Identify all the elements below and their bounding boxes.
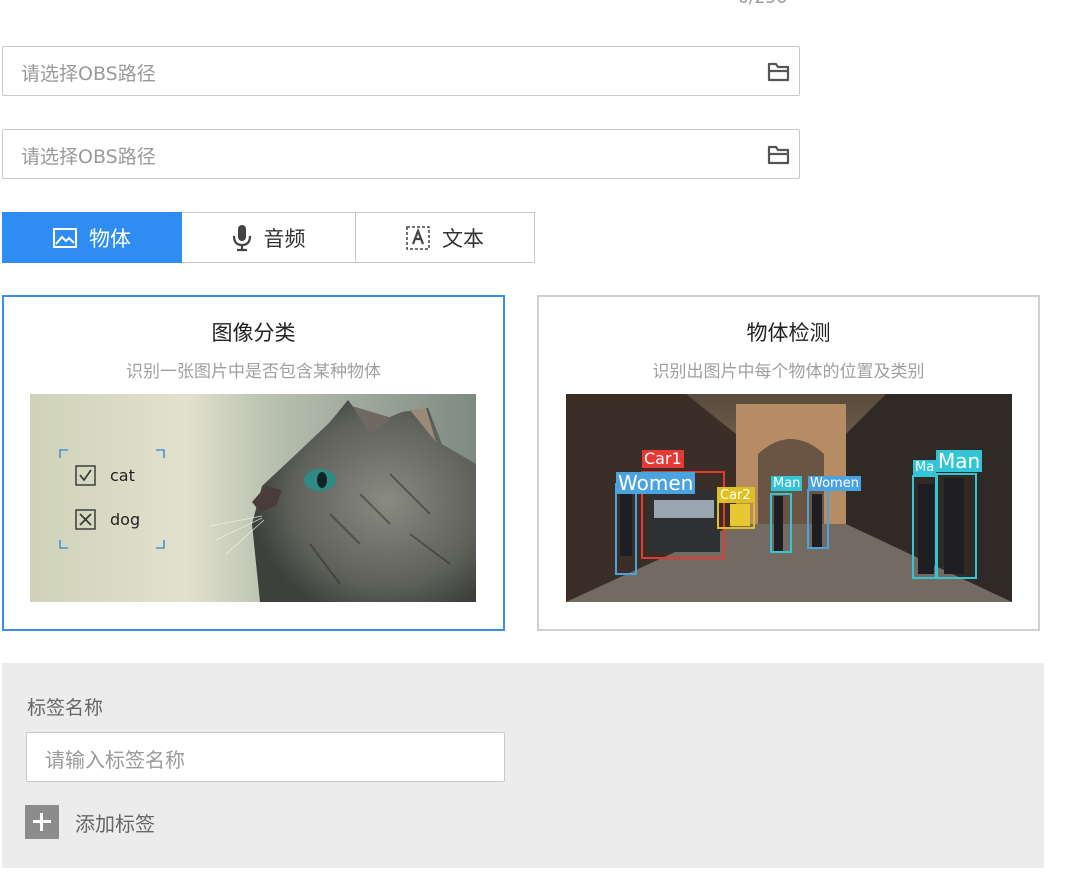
card-image-classification[interactable]: 图像分类 识别一张图片中是否包含某种物体 cat dog — [2, 295, 505, 631]
card-description: 识别出图片中每个物体的位置及类别 — [652, 362, 925, 382]
add-label-button[interactable]: 添加标签 — [25, 805, 155, 839]
card-title: 物体检测 — [746, 321, 831, 345]
tab-audio-label: 音频 — [263, 226, 306, 251]
detect-label-man-3: Man — [936, 449, 983, 473]
add-label-text: 添加标签 — [75, 811, 155, 836]
tab-audio[interactable]: 音频 — [182, 212, 356, 263]
detect-label-women-2: Women — [808, 476, 861, 491]
classification-example-image: cat dog — [30, 394, 476, 602]
detection-example-image: Car1 Women Car2 Man Women Ma Man — [566, 394, 1012, 602]
card-object-detection[interactable]: 物体检测 识别出图片中每个物体的位置及类别 Car1 Women Car2 Ma… — [537, 295, 1040, 631]
check-label-cat: cat — [110, 466, 135, 485]
obs-path-placeholder: 请选择OBS路径 — [21, 63, 156, 85]
detect-label-car1: Car1 — [642, 449, 684, 468]
label-name-placeholder: 请输入标签名称 — [45, 748, 185, 772]
detect-label-women-1: Women — [616, 471, 696, 495]
label-name-input[interactable]: 请输入标签名称 — [26, 732, 505, 782]
plus-icon — [25, 805, 59, 839]
folder-icon[interactable] — [767, 61, 791, 83]
text-icon — [406, 225, 430, 250]
obs-path-placeholder: 请选择OBS路径 — [21, 146, 156, 168]
tab-text[interactable]: 文本 — [356, 212, 535, 263]
type-tabs: 物体 音频 文本 — [2, 212, 535, 263]
detect-label-man-2: Ma — [913, 460, 937, 475]
obs-path-input-2[interactable]: 请选择OBS路径 — [2, 129, 800, 179]
tab-text-label: 文本 — [442, 226, 484, 251]
image-icon — [53, 227, 77, 248]
folder-icon[interactable] — [767, 144, 791, 166]
char-counter: 0/256 — [738, 0, 787, 8]
detect-label-man-1: Man — [771, 476, 803, 491]
check-label-dog: dog — [110, 510, 140, 529]
card-description: 识别一张图片中是否包含某种物体 — [126, 362, 381, 382]
card-title: 图像分类 — [211, 321, 296, 345]
label-name-title: 标签名称 — [27, 697, 104, 719]
label-panel: 标签名称 请输入标签名称 添加标签 — [2, 663, 1044, 868]
tab-object[interactable]: 物体 — [2, 212, 182, 263]
microphone-icon — [232, 224, 252, 252]
detect-label-car2: Car2 — [718, 488, 753, 503]
tab-object-label: 物体 — [89, 226, 131, 251]
obs-path-input-1[interactable]: 请选择OBS路径 — [2, 46, 800, 96]
